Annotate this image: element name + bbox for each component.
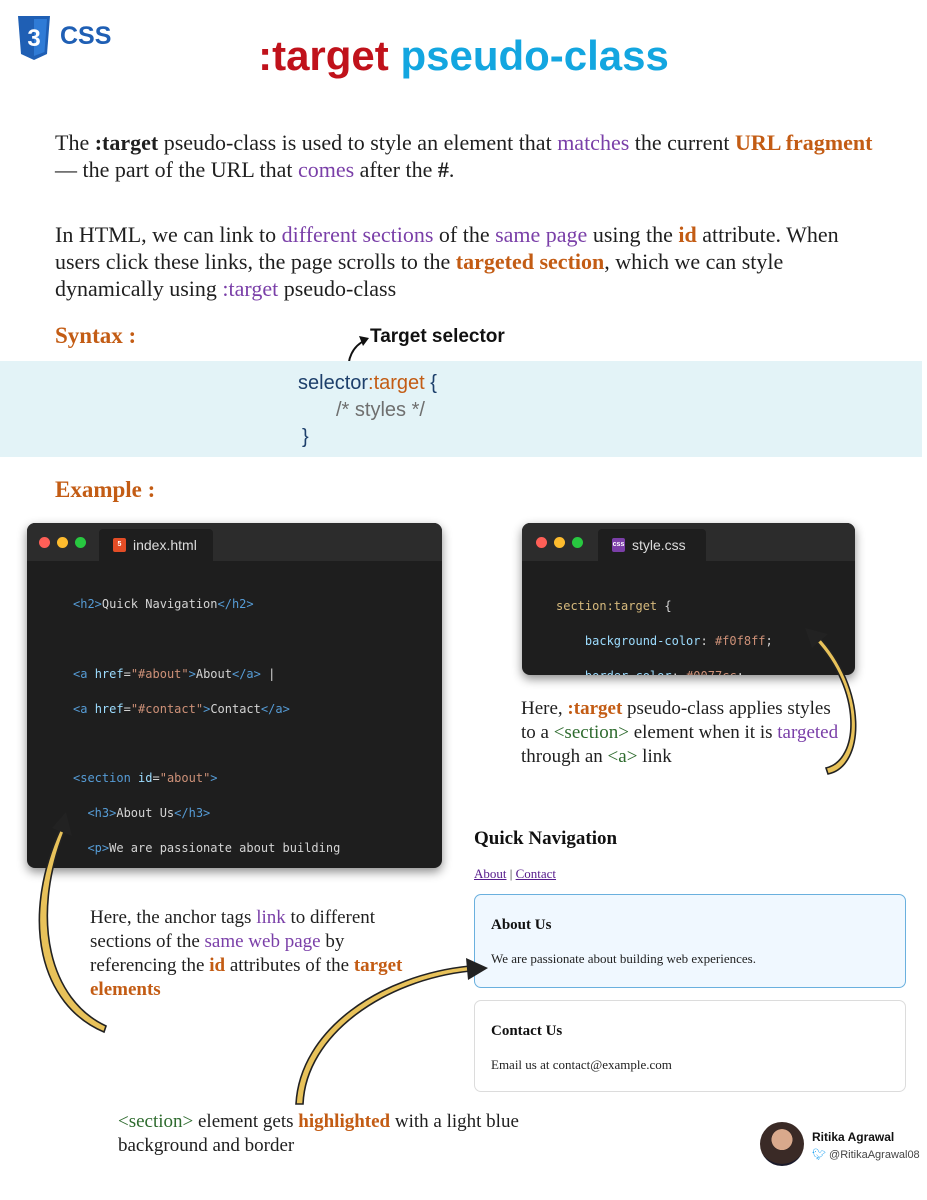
highlight-link: link [256,907,286,928]
demo-nav-links: About | Contact [474,866,556,882]
code-line: background-color: #f0f8ff; [556,634,773,649]
highlight-target: :target [567,698,623,719]
syntax-selector: selector [298,372,369,394]
syntax-line-1: selector:target { [298,372,437,395]
highlight-id: id [678,222,697,247]
title-pseudo-class: pseudo-class [400,32,669,79]
tab-label: style.css [632,537,686,553]
keyword-target: :target [94,130,159,155]
code-line: border-color: #0077cc; [556,668,773,675]
code-line: <a href="#contact">Contact</a> [73,701,290,716]
text: Here, [521,698,568,719]
text: through an [521,746,608,767]
css-code: section:target { background-color: #f0f8… [556,581,773,675]
example-heading: Example : [55,477,156,502]
css-explanation-note: Here, :target pseudo-class applies style… [521,697,841,769]
highlight-same-web-page: same web page [204,931,321,952]
text: link [637,746,672,767]
section-heading: About Us [491,917,552,933]
text: attributes of the [225,955,354,976]
section-explanation-note: <section> element gets highlighted with … [118,1110,598,1158]
text: — the part of the URL that [55,157,298,182]
highlight-different-sections: different sections [281,222,434,247]
code-line: section:target { [556,599,672,614]
intro-paragraph-2: In HTML, we can link to different sectio… [55,221,885,302]
syntax-comment: /* styles */ [336,399,425,421]
title-target: :target [258,32,389,79]
text: pseudo-class [278,276,397,301]
highlight-same-page: same page [495,222,588,247]
syntax-open-brace: { [424,372,437,394]
highlight-id: id [209,955,226,976]
maximize-dot-icon[interactable] [572,537,583,548]
minimize-dot-icon[interactable] [554,537,565,548]
highlight-url-fragment: URL fragment [734,130,873,155]
link-separator: | [506,866,516,881]
window-titlebar: 5 index.html [27,523,442,561]
anchor-explanation-note: Here, the anchor tags link to different … [90,906,420,1002]
highlight-targeted: targeted [777,722,839,743]
demo-link-about[interactable]: About [474,866,507,881]
highlight-highlighted: highlighted [298,1111,391,1132]
window-titlebar: css style.css [522,523,855,561]
text: after the [354,157,438,182]
text: the current [629,130,735,155]
highlight-comes: comes [297,157,355,182]
tag-section: <section> [553,722,629,743]
demo-title: Quick Navigation [474,828,618,849]
syntax-block [0,361,922,457]
text: Here, the anchor tags [90,907,257,928]
css-code-window: css style.css section:target { backgroun… [522,523,855,675]
demo-section-contact: Contact Us Email us at contact@example.c… [474,1000,906,1092]
tab-style-css[interactable]: css style.css [598,529,706,561]
code-line: <section id="about"> [73,771,218,786]
avatar [760,1122,804,1166]
code-line: <h2>Quick Navigation</h2> [73,597,254,612]
syntax-close-brace: } [302,426,309,448]
text: of the [433,222,496,247]
html-code: <h2>Quick Navigation</h2> <a href="#abou… [73,579,362,868]
text: pseudo-class is used to style an element… [158,130,558,155]
css-file-icon: css [612,538,625,552]
section-heading: Contact Us [491,1023,563,1039]
highlight-target: :target [222,276,279,301]
syntax-pseudo-class: :target [368,372,425,394]
syntax-heading: Syntax : [55,323,137,348]
author-handle: @RitikaAgrawal08 [829,1149,920,1161]
tab-label: index.html [133,537,197,553]
page-title: :target pseudo-class [0,32,927,80]
demo-section-about: About Us We are passionate about buildin… [474,894,906,988]
text: The [55,130,95,155]
highlight-targeted-section: targeted section [455,249,605,274]
minimize-dot-icon[interactable] [57,537,68,548]
close-dot-icon[interactable] [536,537,547,548]
tag-a: <a> [607,746,638,767]
text: element when it is [628,722,778,743]
code-line: <a href="#about">About</a> | [73,667,276,682]
highlight-matches: matches [557,130,630,155]
text: . [448,157,455,182]
demo-link-contact[interactable]: Contact [516,866,556,881]
code-line: <h3>About Us</h3> [73,806,211,821]
html-code-window: 5 index.html <h2>Quick Navigation</h2> <… [27,523,442,868]
html5-icon: 5 [113,538,126,552]
text: using the [587,222,679,247]
maximize-dot-icon[interactable] [75,537,86,548]
code-line: <p>We are passionate about building [73,841,341,856]
author-handle-row: 🐦︎ @RitikaAgrawal08 [812,1148,920,1161]
tab-index-html[interactable]: 5 index.html [99,529,213,561]
section-text: We are passionate about building web exp… [491,951,756,966]
tag-section: <section> [118,1111,194,1132]
author-name: Ritika Agrawal [812,1130,895,1144]
twitter-bird-icon: 🐦︎ [812,1149,826,1161]
text: In HTML, we can link to [55,222,282,247]
target-selector-label: Target selector [370,326,505,347]
intro-paragraph-1: The :target pseudo-class is used to styl… [55,129,885,183]
hash-symbol: # [437,157,449,182]
text: element gets [193,1111,299,1132]
close-dot-icon[interactable] [39,537,50,548]
section-text: Email us at contact@example.com [491,1057,672,1072]
